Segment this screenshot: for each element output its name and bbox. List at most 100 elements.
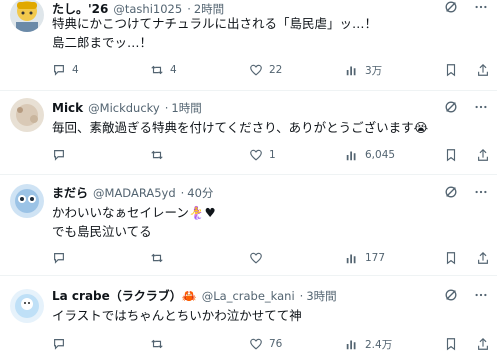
reply-icon <box>52 337 66 351</box>
reply-icon <box>52 251 66 265</box>
like-icon <box>249 251 263 265</box>
avatar[interactable] <box>10 0 44 32</box>
post[interactable]: Mick @Mickducky · 1時間 毎回、素敵過ぎる特典を付けてくださり… <box>0 90 497 175</box>
bookmark-icon <box>444 148 458 162</box>
post-header: まだら @MADARA5yd · 40分 <box>52 184 213 202</box>
post[interactable]: La crabe（ラクラブ）🦀 @La_crabe_kani · 3時間 イラス… <box>0 275 497 361</box>
like-button[interactable]: 22 <box>249 63 282 77</box>
view-count: 3万 <box>365 64 383 77</box>
post-text-line: でも島民泣いてる <box>52 224 152 239</box>
post-text-line: 特典にかこつけてナチュラルに出される「島民虐」ッ…！ <box>52 16 378 31</box>
display-name[interactable]: Mick <box>52 99 83 117</box>
repost-button[interactable] <box>150 148 170 162</box>
like-icon <box>249 337 263 351</box>
repost-icon <box>150 148 164 162</box>
like-button[interactable]: 76 <box>249 337 282 351</box>
handle[interactable]: @Mickducky <box>88 99 160 117</box>
handle[interactable]: @MADARA5yd <box>93 184 176 202</box>
post[interactable]: まだら @MADARA5yd · 40分 かわいいなぁセイレーン🧜‍♀️♥ でも… <box>0 174 497 276</box>
grok-icon[interactable] <box>444 100 458 114</box>
action-bar: 76 2.4万 <box>52 336 490 352</box>
bookmark-icon <box>444 337 458 351</box>
share-icon <box>476 63 490 77</box>
post-top-actions <box>444 0 488 14</box>
dot-separator: · <box>299 289 304 303</box>
more-icon[interactable] <box>474 288 488 302</box>
bookmark-button[interactable] <box>444 148 464 162</box>
repost-count: 4 <box>170 64 177 76</box>
repost-icon <box>150 63 164 77</box>
reply-button[interactable]: 4 <box>52 63 79 77</box>
post-text: イラストではちゃんとちいかわ泣かせてて神 <box>52 306 302 325</box>
avatar[interactable] <box>10 98 44 132</box>
post[interactable]: たし。'26 @tashi1025 · 2時間 特典にかこつけてナチュラルに出さ… <box>0 0 497 91</box>
view-count: 2.4万 <box>365 338 393 351</box>
views-button[interactable]: 3万 <box>345 63 382 78</box>
post-text-line: 毎回、素敵過ぎる特典を付けてくださり、ありがとうございます😭 <box>52 120 429 135</box>
timestamp[interactable]: 1時間 <box>171 99 201 117</box>
repost-icon <box>150 251 164 265</box>
avatar[interactable] <box>10 289 44 323</box>
post-text-line: イラストではちゃんとちいかわ泣かせてて神 <box>52 308 302 323</box>
views-icon <box>345 251 359 265</box>
repost-button[interactable] <box>150 251 170 265</box>
repost-icon <box>150 337 164 351</box>
views-button[interactable]: 6,045 <box>345 148 395 162</box>
bookmark-button[interactable] <box>444 251 464 265</box>
handle[interactable]: @La_crabe_kani <box>202 287 295 305</box>
grok-icon[interactable] <box>444 288 458 302</box>
display-name[interactable]: まだら <box>52 184 88 202</box>
dot-separator: · <box>164 101 169 115</box>
share-button[interactable] <box>476 148 496 162</box>
timestamp[interactable]: 40分 <box>187 184 213 202</box>
reply-icon <box>52 148 66 162</box>
like-icon <box>249 63 263 77</box>
share-button[interactable] <box>476 63 496 77</box>
repost-button[interactable] <box>150 337 170 351</box>
more-icon[interactable] <box>474 185 488 199</box>
timestamp[interactable]: 3時間 <box>306 287 336 305</box>
repost-button[interactable]: 4 <box>150 63 177 77</box>
reply-icon <box>52 63 66 77</box>
like-button[interactable]: 1 <box>249 148 276 162</box>
reply-button[interactable] <box>52 251 72 265</box>
post-text-line: 島二郎までッ…！ <box>52 35 153 50</box>
action-bar: 4 4 22 3万 <box>52 62 490 78</box>
views-button[interactable]: 2.4万 <box>345 337 392 352</box>
share-button[interactable] <box>476 337 496 351</box>
timeline: たし。'26 @tashi1025 · 2時間 特典にかこつけてナチュラルに出さ… <box>0 0 497 361</box>
reply-button[interactable] <box>52 148 72 162</box>
post-top-actions <box>444 100 488 114</box>
like-icon <box>249 148 263 162</box>
post-header: Mick @Mickducky · 1時間 <box>52 99 202 117</box>
grok-icon[interactable] <box>444 185 458 199</box>
post-text: かわいいなぁセイレーン🧜‍♀️♥ でも島民泣いてる <box>52 203 216 241</box>
view-count: 177 <box>365 252 386 264</box>
post-text-line: かわいいなぁセイレーン🧜‍♀️♥ <box>52 205 216 220</box>
bookmark-button[interactable] <box>444 63 464 77</box>
like-count: 1 <box>269 149 276 161</box>
display-name[interactable]: La crabe（ラクラブ）🦀 <box>52 287 197 305</box>
view-count: 6,045 <box>365 149 396 161</box>
action-bar: 1 6,045 <box>52 147 490 163</box>
post-text: 毎回、素敵過ぎる特典を付けてくださり、ありがとうございます😭 <box>52 118 428 137</box>
avatar[interactable] <box>10 184 44 218</box>
more-icon[interactable] <box>474 0 488 14</box>
like-button[interactable] <box>249 251 269 265</box>
more-icon[interactable] <box>474 100 488 114</box>
share-button[interactable] <box>476 251 496 265</box>
post-header: La crabe（ラクラブ）🦀 @La_crabe_kani · 3時間 <box>52 287 337 305</box>
share-icon <box>476 251 490 265</box>
dot-separator: · <box>180 186 185 200</box>
views-button[interactable]: 177 <box>345 251 385 265</box>
bookmark-icon <box>444 251 458 265</box>
reply-button[interactable] <box>52 337 72 351</box>
views-icon <box>345 63 359 77</box>
like-count: 22 <box>269 64 283 76</box>
share-icon <box>476 148 490 162</box>
bookmark-button[interactable] <box>444 337 464 351</box>
action-bar: 177 <box>52 250 490 266</box>
views-icon <box>345 148 359 162</box>
grok-icon[interactable] <box>444 0 458 14</box>
post-top-actions <box>444 288 488 302</box>
